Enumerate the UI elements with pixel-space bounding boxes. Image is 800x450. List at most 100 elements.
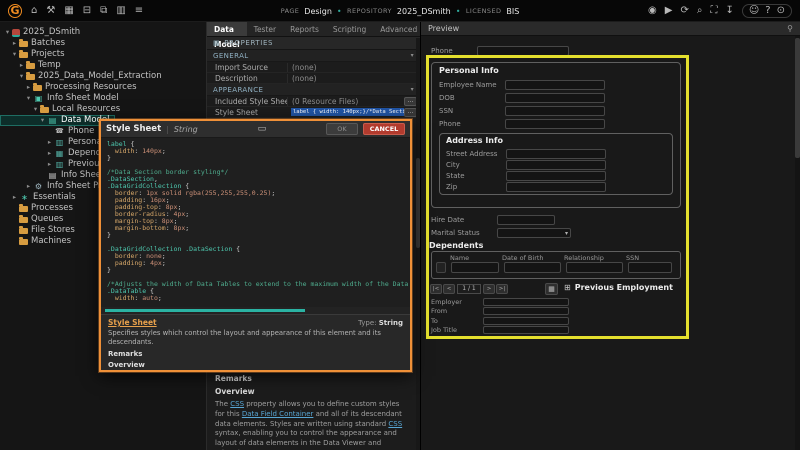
expand-icon[interactable]: ▸ (45, 150, 54, 157)
section-appearance[interactable]: APPEARANCE▾ (207, 84, 420, 96)
tree-item-file-stores[interactable]: File Stores (0, 225, 80, 236)
link-css[interactable]: CSS (230, 400, 244, 408)
input-zip[interactable] (506, 182, 606, 192)
css-code-editor[interactable]: label { width: 140px;} /*Data Section bo… (101, 138, 410, 307)
cell-input-ssn[interactable] (628, 262, 672, 273)
archive-icon[interactable]: ⊟ (83, 6, 91, 16)
power-icon[interactable]: ⊙ (777, 6, 785, 16)
tree-item-phone[interactable]: ☎Phone (0, 126, 99, 137)
input-to[interactable] (483, 317, 569, 325)
cell-input-date-of-birth[interactable] (504, 262, 561, 273)
property-value-style-sheet[interactable]: label { width: 140px;}/*Data Sectio (291, 108, 404, 116)
collapse-icon[interactable]: ▾ (3, 29, 12, 36)
expand-icon[interactable]: ▸ (24, 183, 33, 190)
collapse-icon[interactable]: ▾ (38, 117, 47, 124)
tab-data-model[interactable]: Data Model (207, 22, 247, 36)
ok-button[interactable]: OK (326, 123, 358, 135)
property-included-style-sheets: Included Style Sheets(0 Resource Files)… (207, 96, 420, 107)
input-dob[interactable] (505, 93, 605, 103)
download-icon[interactable]: ↧ (725, 6, 733, 16)
tree-item-local-resources[interactable]: ▾Local Resources (0, 104, 125, 115)
list-icon[interactable]: ≡ (135, 6, 143, 16)
collapse-icon[interactable]: ▾ (24, 95, 33, 102)
input-employee-name[interactable] (505, 80, 605, 90)
input-ssn[interactable] (505, 106, 605, 116)
tab-advanced[interactable]: Advanced (373, 22, 424, 36)
expand-icon[interactable]: ▸ (45, 139, 54, 146)
export-icon[interactable]: ⧉ (100, 6, 107, 16)
home-icon[interactable]: ⌂ (31, 6, 37, 16)
property-name-link[interactable]: Style Sheet (108, 318, 157, 327)
expand-icon[interactable]: ▸ (45, 161, 54, 168)
tree-item-essentials[interactable]: ▸∗Essentials (0, 192, 81, 203)
tree-item-data-model[interactable]: ▾▤Data Model (0, 115, 115, 126)
collapse-icon[interactable]: ▾ (10, 51, 19, 58)
row-selector[interactable] (436, 262, 446, 273)
cell-input-relationship[interactable] (566, 262, 623, 273)
input-job-title[interactable] (483, 326, 569, 334)
play-icon[interactable]: ▶ (665, 6, 673, 16)
folder-icon (33, 85, 42, 91)
tree-item-queues[interactable]: Queues (0, 214, 68, 225)
stats-icon[interactable]: ▥ (116, 6, 125, 16)
hire-date-input[interactable] (497, 215, 555, 225)
collapse-icon[interactable]: ▾ (31, 106, 40, 113)
expand-icon[interactable]: ▸ (10, 40, 19, 47)
collapse-icon[interactable]: ▾ (17, 73, 26, 80)
scrollbar-thumb[interactable] (416, 158, 420, 248)
next-page-button[interactable]: > (483, 284, 495, 294)
tree-item-2025-dsmith[interactable]: ▾2025_DSmith (0, 27, 85, 38)
input-state[interactable] (506, 171, 606, 181)
property-value-import-source[interactable]: (none) (287, 63, 420, 72)
help-icon[interactable]: ? (765, 6, 770, 16)
dependents-table: NameDate of BirthRelationshipSSN (431, 251, 681, 279)
tree-item-processing-resources[interactable]: ▸Processing Resources (0, 82, 142, 93)
expand-icon[interactable]: ▸ (24, 84, 33, 91)
input-street-address[interactable] (506, 149, 606, 159)
tree-item-processes[interactable]: Processes (0, 203, 78, 214)
tab-tester[interactable]: Tester (247, 22, 283, 36)
phone-input[interactable] (477, 46, 569, 56)
tab-scripting[interactable]: Scripting (326, 22, 373, 36)
property-value-included-style-sheets[interactable]: (0 Resource Files) (287, 97, 404, 106)
batches-icon[interactable]: ▦ (64, 6, 73, 16)
tree-item-projects[interactable]: ▾Projects (0, 49, 70, 60)
section-general[interactable]: GENERAL▾ (207, 50, 420, 62)
expand-icon[interactable]: ▸ (17, 62, 26, 69)
tree-item-batches[interactable]: ▸Batches (0, 38, 70, 49)
tab-reports[interactable]: Reports (283, 22, 326, 36)
code-scrollbar[interactable] (105, 309, 305, 312)
link-css[interactable]: CSS (388, 420, 402, 428)
record-icon[interactable]: ◉ (648, 6, 657, 16)
app-logo[interactable]: G (8, 4, 22, 18)
cancel-button[interactable]: CANCEL (363, 123, 405, 135)
table-view-button[interactable]: ▦ (545, 283, 558, 295)
cell-input-name[interactable] (451, 262, 499, 273)
input-from[interactable] (483, 307, 569, 315)
section-icon: ▥ (54, 161, 65, 169)
scrollbar-thumb[interactable] (795, 38, 800, 158)
tree-item-2025-data-model-extraction[interactable]: ▾2025_Data_Model_Extraction (0, 71, 167, 82)
last-page-button[interactable]: >| (496, 284, 508, 294)
tools-icon[interactable]: ⚒ (46, 6, 55, 16)
marital-status-select[interactable]: ▾ (497, 228, 571, 238)
refresh-icon[interactable]: ⟳ (680, 6, 688, 16)
pin-icon[interactable]: ⚲ (787, 24, 793, 33)
preview-scrollbar[interactable] (795, 36, 800, 450)
fullscreen-icon[interactable]: ⛶ (710, 6, 717, 16)
expand-icon[interactable]: ▸ (10, 194, 19, 201)
first-page-button[interactable]: |< (430, 284, 442, 294)
property-value-description[interactable]: (none) (287, 74, 420, 83)
prev-page-button[interactable]: < (443, 284, 455, 294)
input-phone[interactable] (505, 119, 605, 129)
user-icon[interactable]: ☺ (749, 6, 759, 16)
tree-item-temp[interactable]: ▸Temp (0, 60, 66, 71)
search-icon[interactable]: ⌕ (697, 6, 703, 16)
link-data-field-container[interactable]: Data Field Container (242, 410, 314, 418)
tree-item-machines[interactable]: Machines (0, 236, 76, 247)
tree-item-info-sheet-model[interactable]: ▾▣Info Sheet Model (0, 93, 124, 104)
input-employer[interactable] (483, 298, 569, 306)
tree-item-info-sheet[interactable]: ▤Info Sheet (0, 170, 109, 181)
properties-scrollbar[interactable] (416, 38, 420, 450)
input-city[interactable] (506, 160, 606, 170)
